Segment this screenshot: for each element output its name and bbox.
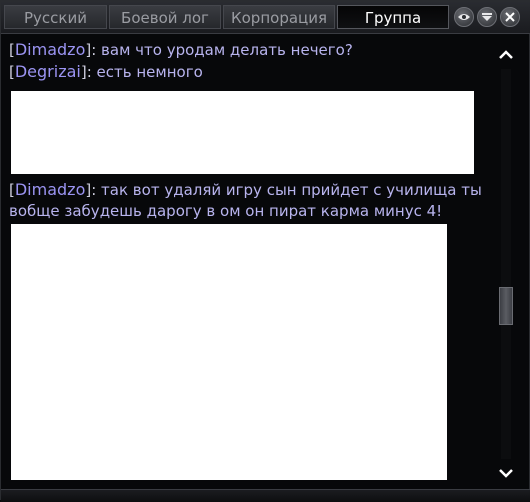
visibility-button[interactable] — [454, 7, 474, 27]
sender-name[interactable]: Degrizai — [15, 62, 81, 81]
tab-russian[interactable]: Русский — [4, 5, 107, 29]
message-text: есть немного — [96, 63, 203, 81]
close-icon — [505, 12, 515, 22]
window-bottom-border — [1, 489, 530, 502]
sender-name[interactable]: Dimadzo — [15, 180, 86, 199]
chat-scrollbar[interactable] — [491, 45, 521, 485]
filter-icon — [482, 13, 492, 21]
message-text: вам что уродам делать нечего? — [101, 41, 353, 59]
scroll-thumb[interactable] — [499, 287, 513, 325]
chat-message: [Degrizai]: есть немного — [9, 62, 203, 81]
close-button[interactable] — [500, 7, 520, 27]
chat-message: [Dimadzo]: так вот удаляй игру сын прийд… — [9, 180, 482, 220]
scroll-up-button[interactable] — [494, 45, 518, 65]
eye-icon — [458, 14, 470, 20]
scroll-track[interactable] — [499, 69, 513, 459]
chevron-down-icon — [499, 469, 513, 478]
redacted-area — [11, 224, 447, 480]
tab-combat-log[interactable]: Боевой лог — [109, 5, 221, 29]
tab-group[interactable]: Группа — [337, 5, 449, 29]
filter-button[interactable] — [477, 7, 497, 27]
sender-name[interactable]: Dimadzo — [15, 40, 86, 59]
chat-tab-bar: Русский Боевой лог Корпорация Группа — [1, 1, 530, 34]
tab-corporation[interactable]: Корпорация — [223, 5, 335, 29]
scroll-down-button[interactable] — [494, 463, 518, 483]
chevron-up-icon — [499, 50, 513, 59]
redacted-area — [11, 91, 474, 174]
chat-message: [Dimadzo]: вам что уродам делать нечего? — [9, 40, 353, 59]
chat-window: Русский Боевой лог Корпорация Группа [Di… — [0, 0, 530, 502]
